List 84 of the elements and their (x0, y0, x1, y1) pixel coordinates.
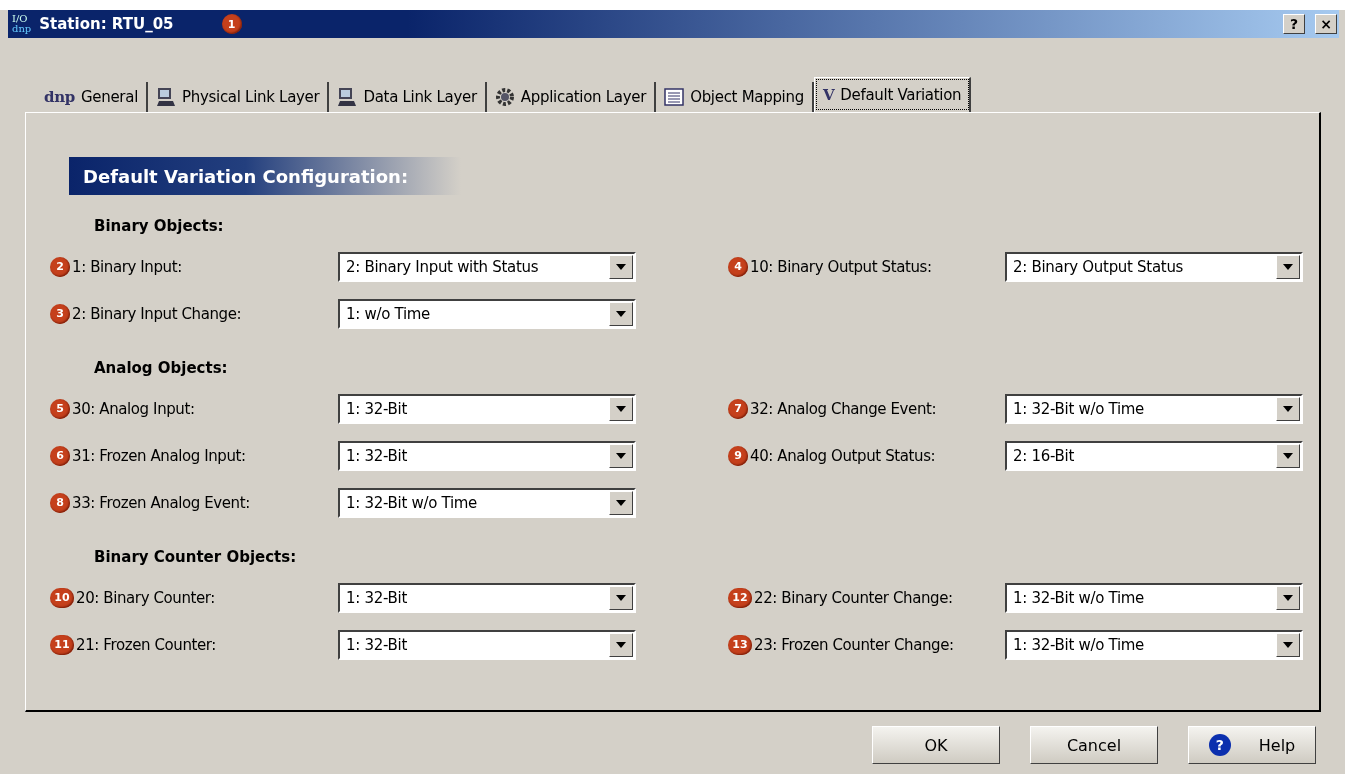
field-label: 40: Analog Output Status: (750, 446, 936, 465)
group-heading: Binary Counter Objects: (94, 548, 298, 566)
dropdown-button[interactable] (609, 443, 633, 468)
callout-badge: 12 (728, 587, 752, 608)
dropdown-button[interactable] (609, 396, 633, 421)
field-label: 32: Analog Change Event: (750, 399, 937, 418)
callout-badge: 5 (50, 398, 70, 419)
dropdown-field[interactable]: 1: 32-Bit w/o Time (1005, 393, 1303, 424)
dropdown-button[interactable] (609, 632, 633, 657)
dropdown-button[interactable] (609, 585, 633, 610)
callout-badge: 10 (50, 587, 74, 608)
tab-icon: dnp (44, 88, 75, 106)
window-title: Station: RTU_05 (39, 15, 174, 33)
field-label: 2: Binary Input Change: (72, 304, 242, 323)
dropdown-field[interactable]: 2: 16-Bit (1005, 440, 1303, 471)
callout-badge: 6 (50, 445, 70, 466)
dropdown-field[interactable]: 1: 32-Bit (338, 393, 636, 424)
tab[interactable]: V Default Variation (813, 77, 972, 112)
dropdown-field[interactable]: 1: 32-Bit w/o Time (1005, 629, 1303, 660)
callout-badge: 2 (50, 256, 70, 277)
caret-icon (616, 263, 626, 270)
dropdown-button[interactable] (609, 301, 633, 326)
dropdown-field[interactable]: 1: 32-Bit w/o Time (338, 487, 636, 518)
app-icon: I/O dnp (12, 14, 32, 34)
field-label: 20: Binary Counter: (76, 588, 215, 607)
caret-icon (616, 452, 626, 459)
callout-badge: 1 (221, 14, 242, 34)
help-icon: ? (1208, 734, 1231, 756)
gear-icon (494, 87, 515, 107)
field-label: 22: Binary Counter Change: (754, 588, 953, 607)
tab[interactable]: Application Layer (486, 82, 657, 112)
group-heading: Analog Objects: (94, 359, 229, 377)
dropdown-button[interactable] (1276, 254, 1300, 279)
caret-icon (1283, 452, 1293, 459)
field-label: 10: Binary Output Status: (750, 257, 932, 276)
field-label: 21: Frozen Counter: (76, 635, 216, 654)
callout-badge: 8 (50, 492, 70, 513)
dropdown-field[interactable]: 2: Binary Output Status (1005, 251, 1303, 282)
dropdown-button[interactable] (609, 490, 633, 515)
help-button[interactable]: ? Help (1188, 726, 1316, 764)
dropdown-field[interactable]: 1: 32-Bit (338, 440, 636, 471)
callout-badge: 7 (728, 398, 748, 419)
dropdown-button[interactable] (609, 254, 633, 279)
computer-icon (156, 87, 176, 107)
callout-badge: 4 (728, 256, 748, 277)
caret-icon (616, 310, 626, 317)
field-label: 31: Frozen Analog Input: (72, 446, 246, 465)
dropdown-button[interactable] (1276, 443, 1300, 468)
caret-icon (616, 405, 626, 412)
tab[interactable]: Physical Link Layer (148, 82, 330, 112)
field-label: 23: Frozen Counter Change: (754, 635, 954, 654)
caret-icon (1283, 641, 1293, 648)
tab[interactable]: dnp General (36, 82, 148, 112)
callout-badge: 3 (50, 303, 70, 324)
caret-icon (1283, 405, 1293, 412)
caret-icon (1283, 594, 1293, 601)
field-label: 33: Frozen Analog Event: (72, 493, 250, 512)
dropdown-button[interactable] (1276, 585, 1300, 610)
caret-icon (616, 594, 626, 601)
dropdown-button[interactable] (1276, 396, 1300, 421)
caret-icon (616, 499, 626, 506)
callout-badge: 11 (50, 634, 74, 655)
callout-badge: 13 (728, 634, 752, 655)
cancel-button[interactable]: Cancel (1030, 726, 1158, 764)
help-button[interactable]: ? (1283, 14, 1305, 34)
tab[interactable]: Object Mapping (656, 82, 814, 112)
dropdown-field[interactable]: 2: Binary Input with Status (338, 251, 636, 282)
dropdown-field[interactable]: 1: w/o Time (338, 298, 636, 329)
tab-icon: V (822, 86, 835, 104)
dropdown-field[interactable]: 1: 32-Bit w/o Time (1005, 582, 1303, 613)
tab[interactable]: Data Link Layer (329, 82, 487, 112)
dropdown-field[interactable]: 1: 32-Bit (338, 629, 636, 660)
caret-icon (1283, 263, 1293, 270)
callout-badge: 9 (728, 445, 748, 466)
caret-icon (616, 641, 626, 648)
group-heading: Binary Objects: (94, 217, 225, 235)
computer-icon (337, 87, 358, 107)
dropdown-field[interactable]: 1: 32-Bit (338, 582, 636, 613)
close-button[interactable]: × (1315, 14, 1337, 34)
field-label: 30: Analog Input: (72, 399, 195, 418)
list-icon (664, 88, 685, 106)
ok-button[interactable]: OK (872, 726, 1000, 764)
dropdown-button[interactable] (1276, 632, 1300, 657)
field-label: 1: Binary Input: (72, 257, 182, 276)
